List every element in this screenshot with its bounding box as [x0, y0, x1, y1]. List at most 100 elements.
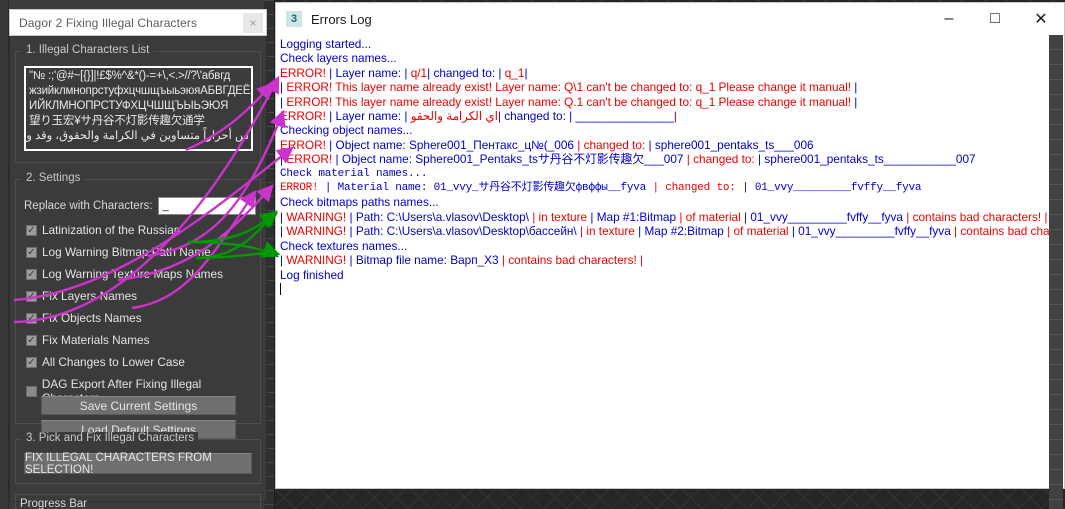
scrollbar-segment[interactable] — [1049, 245, 1063, 260]
log-segment: _______________ — [575, 109, 674, 124]
log-segment: | contains bad characters! | — [501, 253, 644, 268]
log-segment: | — [673, 109, 677, 124]
log-line: | ERROR! This layer name already exist! … — [280, 95, 1049, 109]
checkbox-log-warning-texture-maps-names[interactable]: ✓ Log Warning Texture Maps Names — [26, 267, 223, 281]
scrollbar-segment[interactable] — [1049, 230, 1063, 245]
log-line: Check layers names... — [280, 51, 1049, 65]
scrollbar-segment[interactable] — [1049, 80, 1063, 95]
checkmark-icon: ✓ — [26, 290, 37, 302]
log-segment: q_1 — [504, 65, 525, 80]
scrollbar-segment[interactable] — [1049, 365, 1063, 380]
scrollbar-segment[interactable] — [1049, 485, 1063, 500]
log-segment: | of material — [727, 224, 792, 239]
scrollbar-segment[interactable] — [1049, 95, 1063, 110]
scrollbar-segment[interactable] — [1049, 185, 1063, 200]
log-segment: | Object name: Sphere001_Pentaks_tsサ丹谷不灯… — [335, 152, 687, 167]
log-segment: | changed to: — [686, 152, 759, 167]
log-segment: ERROR! This layer name already exist! La… — [286, 94, 852, 109]
log-line: | WARNING! | Path: C:\Users\a.vlasov\Des… — [280, 224, 1049, 238]
scrollbar-segment[interactable] — [1049, 500, 1063, 509]
log-line: | ERROR! This layer name already exist! … — [280, 80, 1049, 94]
log-segment: ERROR! — [286, 152, 336, 167]
scrollbar-segment[interactable] — [1049, 335, 1063, 350]
log-segment: | changed to: — [577, 137, 649, 152]
log-segment: Log finished — [280, 267, 344, 282]
group-settings: 2. Settings Replace with Characters: _ ✓… — [15, 172, 261, 439]
log-scrollbar[interactable] — [1049, 35, 1063, 509]
log-text-area[interactable]: Logging started... Check layers names... E… — [277, 35, 1049, 487]
log-line: | WARNING! | Bitmap file name: Варп_X3 |… — [280, 253, 1049, 267]
log-title-bar[interactable]: 3 Errors Log – □ ✕ — [276, 3, 1064, 35]
maximize-button[interactable]: □ — [972, 3, 1018, 35]
close-button[interactable]: ✕ — [1018, 3, 1064, 35]
scrollbar-segment[interactable] — [1049, 440, 1063, 455]
log-window-title: Errors Log — [311, 11, 372, 27]
scrollbar-segment[interactable] — [1049, 140, 1063, 155]
log-segment: | of material — [679, 209, 745, 224]
scrollbar-segment[interactable] — [1049, 260, 1063, 275]
scrollbar-segment[interactable] — [1049, 125, 1063, 140]
checkbox-log-warning-bitmap-path-name[interactable]: ✓ Log Warning Bitmap Path Name — [26, 245, 211, 259]
checkbox-fix-materials-names[interactable]: ✓ Fix Materials Names — [26, 333, 150, 347]
scrollbar-segment[interactable] — [1049, 275, 1063, 290]
log-segment: | Object name: Sphere001_Пентакс_ц№(_006 — [329, 137, 578, 152]
replace-with-characters-input[interactable]: _ — [158, 197, 256, 215]
log-line: ERROR! | Layer name: | اي الكرامة والحقو… — [280, 109, 1049, 123]
checkbox-label: Fix Objects Names — [42, 311, 142, 325]
checkbox-fix-layers-names[interactable]: ✓ Fix Layers Names — [26, 289, 137, 303]
scrollbar-segment[interactable] — [1049, 470, 1063, 485]
scrollbar-segment[interactable] — [1049, 35, 1063, 50]
errors-log-window: 3 Errors Log – □ ✕ Logging started... Che… — [275, 2, 1065, 509]
scrollbar-segment[interactable] — [1049, 380, 1063, 395]
scrollbar-segment[interactable] — [1049, 455, 1063, 470]
scrollbar-segment[interactable] — [1049, 350, 1063, 365]
checkbox-fix-objects-names[interactable]: ✓ Fix Objects Names — [26, 311, 142, 325]
checkmark-icon: ✓ — [26, 224, 37, 236]
checkmark-icon: ✓ — [26, 312, 37, 324]
log-segment: Logging started... — [280, 37, 372, 51]
log-segment: WARNING! — [286, 253, 350, 268]
log-segment: | changed to: — [652, 182, 743, 195]
save-current-settings-button[interactable]: Save Current Settings — [41, 396, 236, 415]
log-segment: ERROR! — [280, 182, 325, 195]
scrollbar-segment[interactable] — [1049, 170, 1063, 185]
scrollbar-segment[interactable] — [1049, 50, 1063, 65]
log-segment: ERROR! — [280, 137, 330, 152]
dialog-title-text: Dagor 2 Fixing Illegal Characters — [19, 15, 198, 30]
log-caret — [280, 282, 1049, 296]
checkbox-label: Fix Materials Names — [42, 333, 150, 347]
log-segment: | contains bad characters! | — [906, 209, 1048, 224]
scrollbar-segment[interactable] — [1049, 215, 1063, 230]
scrollbar-segment[interactable] — [1049, 200, 1063, 215]
scrollbar-segment[interactable] — [1049, 425, 1063, 440]
scrollbar-segment[interactable] — [1049, 110, 1063, 125]
log-line: ERROR! | Material name: 01_vvy_サ丹谷不灯影传趣欠… — [280, 181, 1049, 195]
scrollbar-segment[interactable] — [1049, 155, 1063, 170]
log-segment: | Layer name: | — [329, 65, 411, 80]
log-segment: | Map #2:Bitmap — [638, 224, 728, 239]
minimize-button[interactable]: – — [926, 3, 972, 35]
log-line: ERROR! | Object name: Sphere001_Пентакс_… — [280, 138, 1049, 152]
scrollbar-segment[interactable] — [1049, 320, 1063, 335]
charlist-line: س أحراراً متساوين في الكرامة والحقوق، وق… — [24, 130, 249, 142]
log-segment: | contains bad characters! | — [954, 224, 1049, 239]
scrollbar-segment[interactable] — [1049, 410, 1063, 425]
group-pick-and-fix: 3. Pick and Fix Illegal Characters FIX I… — [15, 432, 261, 484]
checkbox-latinization-of-the-russian[interactable]: ✓ Latinization of the Russian — [26, 223, 180, 237]
scrollbar-segment[interactable] — [1049, 290, 1063, 305]
close-icon[interactable]: × — [243, 13, 263, 33]
scrollbar-segment[interactable] — [1049, 305, 1063, 320]
replace-with-characters-label: Replace with Characters: — [24, 200, 153, 212]
scrollbar-segment[interactable] — [1049, 395, 1063, 410]
fix-illegal-characters-from-selection-button[interactable]: FIX ILLEGAL CHARACTERS FROM SELECTION! — [24, 452, 252, 476]
dialog-title-bar[interactable]: Dagor 2 Fixing Illegal Characters × — [9, 9, 267, 36]
group2-label: 2. Settings — [22, 172, 85, 184]
checkbox-label: Log Warning Texture Maps Names — [42, 267, 223, 281]
checkbox-all-changes-to-lower-case[interactable]: ✓ All Changes to Lower Case — [26, 355, 185, 369]
progress-bar-label: Progress Bar — [20, 498, 88, 509]
log-segment: Check textures names... — [280, 238, 408, 253]
illegal-characters-textbox[interactable]: "№ :;'@#~[{}]|!£$%^&*()-=+\,<.>//?\'абвг… — [24, 66, 253, 151]
log-line: Checking object names... — [280, 123, 1049, 137]
scrollbar-segment[interactable] — [1049, 65, 1063, 80]
log-segment: | 01_vvy_________fvffy__fyva — [791, 224, 955, 239]
